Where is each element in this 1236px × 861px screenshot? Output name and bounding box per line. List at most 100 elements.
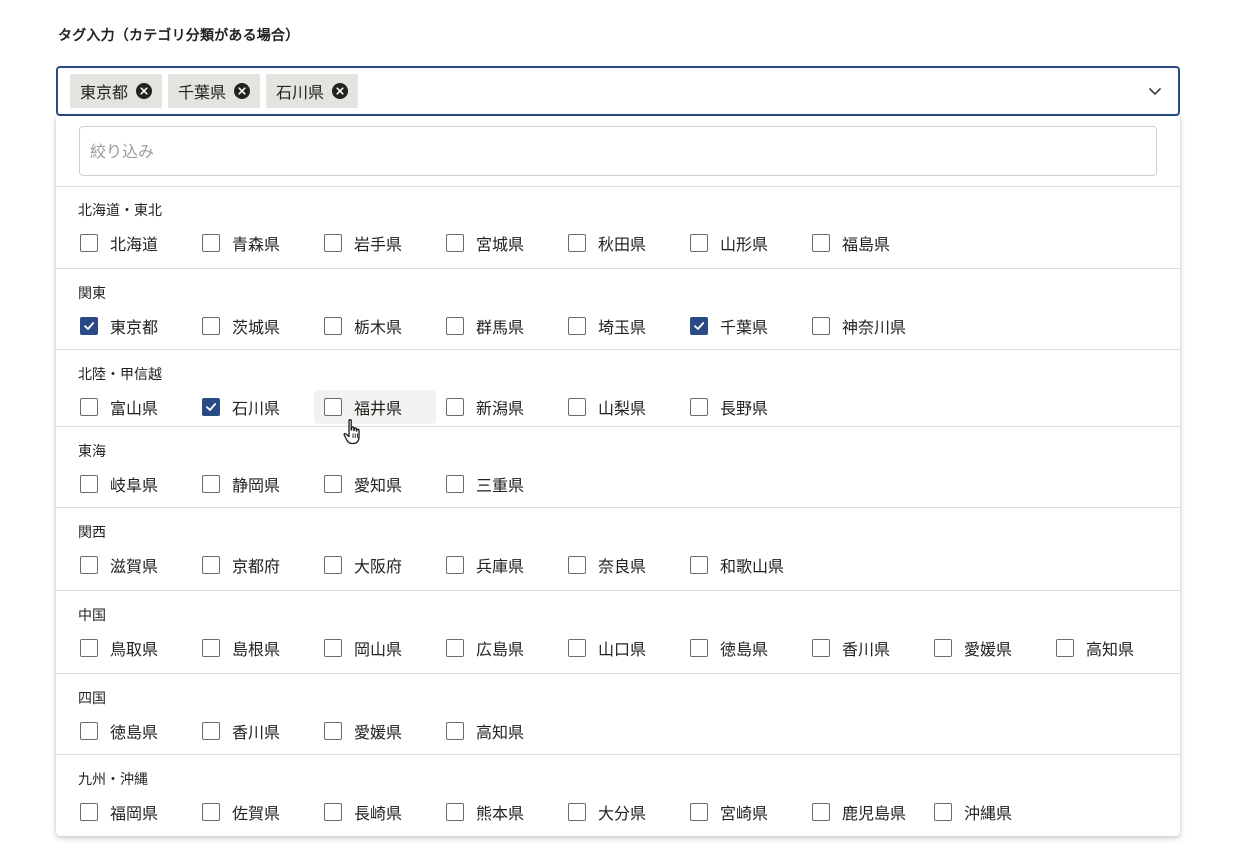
checkbox-option[interactable]: 鹿児島県 (802, 795, 924, 829)
checkbox[interactable] (934, 803, 952, 821)
checkbox-option[interactable]: 山形県 (680, 226, 802, 260)
checkbox-option[interactable]: 長野県 (680, 390, 802, 424)
checkbox[interactable] (568, 556, 586, 574)
checkbox-option[interactable]: 群馬県 (436, 309, 558, 343)
checkbox-option[interactable]: 石川県 (192, 390, 314, 424)
checkbox[interactable] (812, 317, 830, 335)
checkbox[interactable] (202, 722, 220, 740)
close-circle-icon[interactable] (332, 83, 349, 99)
checkbox[interactable] (812, 234, 830, 252)
checkbox-option[interactable]: 富山県 (70, 390, 192, 424)
checkbox-option[interactable]: 広島県 (436, 631, 558, 665)
checkbox[interactable] (324, 398, 342, 416)
checkbox-option[interactable]: 香川県 (192, 714, 314, 748)
checkbox-option[interactable]: 福島県 (802, 226, 924, 260)
checkbox[interactable] (324, 722, 342, 740)
checkbox-option[interactable]: 茨城県 (192, 309, 314, 343)
filter-input[interactable] (79, 126, 1157, 176)
checkbox-option[interactable]: 静岡県 (192, 467, 314, 501)
checkbox-option[interactable]: 島根県 (192, 631, 314, 665)
checkbox[interactable] (80, 398, 98, 416)
checkbox[interactable] (80, 803, 98, 821)
checkbox[interactable] (568, 398, 586, 416)
checkbox-option[interactable]: 山口県 (558, 631, 680, 665)
checkbox[interactable] (934, 639, 952, 657)
checkbox-option[interactable]: 埼玉県 (558, 309, 680, 343)
checkbox[interactable] (812, 639, 830, 657)
checkbox[interactable] (80, 556, 98, 574)
checkbox-option[interactable]: 長崎県 (314, 795, 436, 829)
checkbox-option[interactable]: 新潟県 (436, 390, 558, 424)
checkbox-option[interactable]: 愛媛県 (924, 631, 1046, 665)
checkbox[interactable] (324, 475, 342, 493)
checkbox-option[interactable]: 秋田県 (558, 226, 680, 260)
checkbox-checked[interactable] (202, 398, 220, 416)
checkbox[interactable] (446, 803, 464, 821)
checkbox[interactable] (690, 803, 708, 821)
checkbox-option[interactable]: 千葉県 (680, 309, 802, 343)
checkbox-option[interactable]: 愛知県 (314, 467, 436, 501)
checkbox[interactable] (568, 803, 586, 821)
checkbox[interactable] (324, 803, 342, 821)
chevron-down-icon[interactable] (1148, 84, 1162, 98)
checkbox[interactable] (324, 556, 342, 574)
checkbox-checked[interactable] (690, 317, 708, 335)
checkbox-option[interactable]: 大分県 (558, 795, 680, 829)
checkbox[interactable] (202, 803, 220, 821)
checkbox[interactable] (812, 803, 830, 821)
checkbox[interactable] (568, 234, 586, 252)
checkbox-option[interactable]: 宮城県 (436, 226, 558, 260)
checkbox-option[interactable]: 徳島県 (680, 631, 802, 665)
checkbox-option[interactable]: 徳島県 (70, 714, 192, 748)
checkbox-option[interactable]: 高知県 (436, 714, 558, 748)
checkbox-option[interactable]: 三重県 (436, 467, 558, 501)
checkbox[interactable] (80, 234, 98, 252)
checkbox-option[interactable]: 愛媛県 (314, 714, 436, 748)
checkbox[interactable] (80, 722, 98, 740)
checkbox-option[interactable]: 佐賀県 (192, 795, 314, 829)
checkbox-checked[interactable] (80, 317, 98, 335)
checkbox[interactable] (80, 639, 98, 657)
close-circle-icon[interactable] (136, 83, 153, 99)
checkbox-option[interactable]: 香川県 (802, 631, 924, 665)
checkbox-option[interactable]: 福岡県 (70, 795, 192, 829)
checkbox-option[interactable]: 高知県 (1046, 631, 1168, 665)
checkbox[interactable] (446, 722, 464, 740)
checkbox[interactable] (202, 639, 220, 657)
checkbox[interactable] (690, 639, 708, 657)
checkbox-option[interactable]: 熊本県 (436, 795, 558, 829)
close-circle-icon[interactable] (234, 83, 251, 99)
checkbox-option[interactable]: 神奈川県 (802, 309, 924, 343)
checkbox[interactable] (80, 475, 98, 493)
checkbox[interactable] (690, 234, 708, 252)
checkbox[interactable] (202, 317, 220, 335)
checkbox-option[interactable]: 大阪府 (314, 548, 436, 582)
checkbox-option[interactable]: 青森県 (192, 226, 314, 260)
checkbox[interactable] (1056, 639, 1074, 657)
checkbox-option[interactable]: 北海道 (70, 226, 192, 260)
checkbox-option[interactable]: 沖縄県 (924, 795, 1046, 829)
checkbox-option[interactable]: 岡山県 (314, 631, 436, 665)
checkbox-option[interactable]: 滋賀県 (70, 548, 192, 582)
checkbox[interactable] (446, 475, 464, 493)
checkbox-option[interactable]: 岩手県 (314, 226, 436, 260)
checkbox[interactable] (446, 556, 464, 574)
checkbox[interactable] (568, 639, 586, 657)
checkbox-option[interactable]: 兵庫県 (436, 548, 558, 582)
checkbox[interactable] (446, 234, 464, 252)
checkbox[interactable] (446, 317, 464, 335)
checkbox[interactable] (202, 556, 220, 574)
checkbox-option[interactable]: 東京都 (70, 309, 192, 343)
checkbox-option[interactable]: 福井県 (314, 390, 436, 424)
checkbox-option[interactable]: 栃木県 (314, 309, 436, 343)
checkbox-option[interactable]: 鳥取県 (70, 631, 192, 665)
checkbox[interactable] (324, 639, 342, 657)
checkbox[interactable] (568, 317, 586, 335)
checkbox-option[interactable]: 和歌山県 (680, 548, 802, 582)
checkbox-option[interactable]: 山梨県 (558, 390, 680, 424)
checkbox[interactable] (690, 398, 708, 416)
checkbox[interactable] (202, 234, 220, 252)
checkbox[interactable] (202, 475, 220, 493)
checkbox[interactable] (690, 556, 708, 574)
checkbox[interactable] (324, 317, 342, 335)
